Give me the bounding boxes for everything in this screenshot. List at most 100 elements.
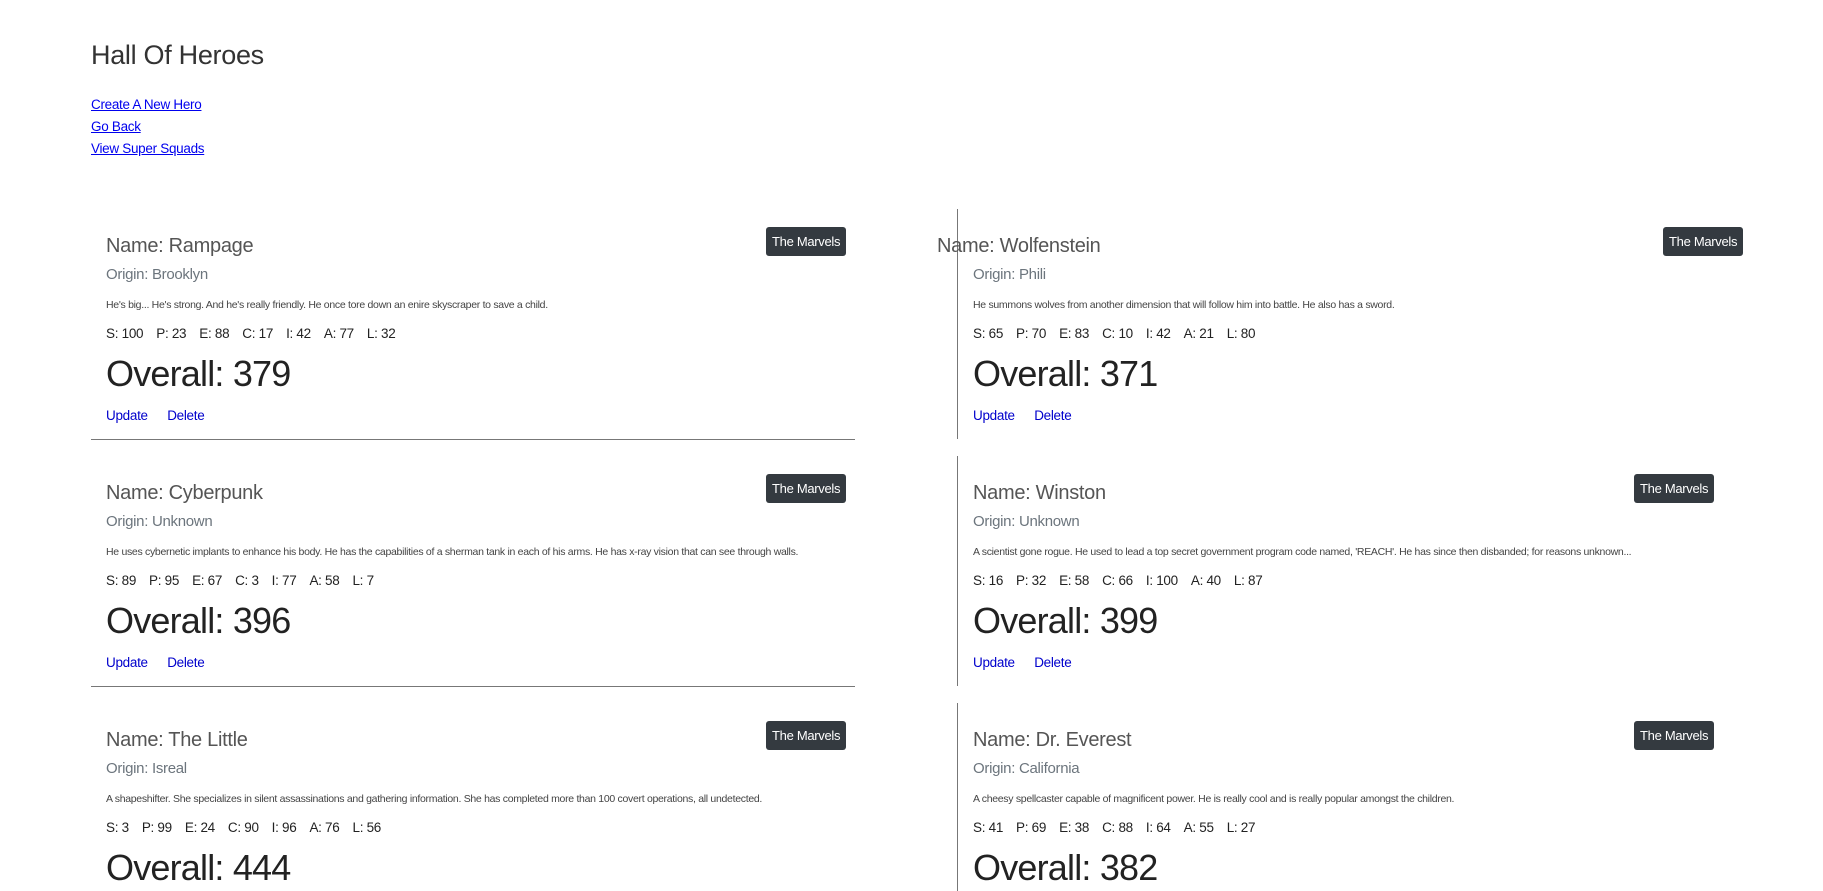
hero-card-rampage: Name: Rampage The Marvels Origin: Brookl…	[91, 209, 855, 440]
delete-button[interactable]: Delete	[1034, 655, 1072, 670]
hero-overall: Overall: 371	[973, 353, 1158, 394]
stat-perception: P: 32	[1016, 573, 1047, 588]
stat-strength: S: 41	[973, 820, 1004, 835]
stat-endurance: E: 88	[199, 326, 230, 341]
stat-strength: S: 16	[973, 573, 1004, 588]
stat-intelligence: I: 77	[271, 573, 297, 588]
stat-intelligence: I: 64	[1145, 820, 1171, 835]
stat-agility: A: 77	[323, 326, 354, 341]
update-button[interactable]: Update	[106, 655, 148, 670]
stat-luck: L: 87	[1233, 573, 1263, 588]
squad-badge: The Marvels	[766, 227, 847, 256]
stat-strength: S: 65	[973, 326, 1004, 341]
stat-luck: L: 80	[1226, 326, 1256, 341]
hero-description: A cheesy spellcaster capable of magnific…	[973, 793, 1455, 805]
hero-actions: Update Delete	[973, 654, 1086, 672]
hero-description: He uses cybernetic implants to enhance h…	[106, 546, 799, 558]
hero-origin: Origin: Phili	[973, 266, 1046, 283]
hero-actions: Update Delete	[973, 407, 1086, 425]
delete-button[interactable]: Delete	[167, 408, 205, 423]
hero-stats: S: 16 P: 32 E: 58 C: 66 I: 100 A: 40 L: 87	[973, 573, 1275, 588]
hero-name: Name: Dr. Everest	[973, 729, 1132, 751]
hero-description: He summons wolves from another dimension…	[973, 299, 1395, 311]
stat-perception: P: 23	[156, 326, 187, 341]
stat-strength: S: 100	[106, 326, 144, 341]
stat-perception: P: 70	[1016, 326, 1047, 341]
stat-charisma: C: 88	[1102, 820, 1133, 835]
hero-card-dr-everest: Name: Dr. Everest The Marvels Origin: Ca…	[957, 703, 1823, 891]
stat-endurance: E: 24	[184, 820, 215, 835]
hero-name: Name: Wolfenstein	[937, 235, 1101, 257]
stat-luck: L: 27	[1226, 820, 1256, 835]
hero-name: Name: Winston	[973, 482, 1106, 504]
hero-name: Name: Rampage	[106, 235, 254, 257]
stat-agility: A: 55	[1183, 820, 1214, 835]
page-title: Hall Of Heroes	[91, 40, 264, 70]
hero-stats: S: 65 P: 70 E: 83 C: 10 I: 42 A: 21 L: 80	[973, 326, 1268, 341]
squad-badge: The Marvels	[766, 721, 847, 750]
stat-endurance: E: 58	[1059, 573, 1090, 588]
update-button[interactable]: Update	[106, 408, 148, 423]
hero-card-winston: Name: Winston The Marvels Origin: Unknow…	[957, 456, 1823, 686]
stat-agility: A: 76	[309, 820, 340, 835]
squad-badge: The Marvels	[1663, 227, 1744, 256]
stat-strength: S: 89	[106, 573, 137, 588]
hero-origin: Origin: Unknown	[973, 513, 1080, 530]
update-button[interactable]: Update	[973, 408, 1015, 423]
view-super-squads-link[interactable]: View Super Squads	[91, 138, 205, 160]
hero-description: He's big... He's strong. And he's really…	[106, 299, 548, 311]
stat-agility: A: 40	[1190, 573, 1221, 588]
hero-card-wolfenstein: Name: Wolfenstein The Marvels Origin: Ph…	[937, 209, 1823, 439]
stat-intelligence: I: 42	[286, 326, 311, 341]
stat-intelligence: I: 96	[271, 820, 297, 835]
squad-badge: The Marvels	[766, 474, 847, 503]
stat-perception: P: 95	[149, 573, 180, 588]
stat-charisma: C: 66	[1102, 573, 1133, 588]
stat-endurance: E: 38	[1059, 820, 1090, 835]
stat-intelligence: I: 100	[1145, 573, 1178, 588]
hero-name: Name: Cyberpunk	[106, 482, 263, 504]
stat-strength: S: 3	[106, 820, 129, 835]
stat-perception: P: 69	[1016, 820, 1047, 835]
hero-overall: Overall: 382	[973, 847, 1158, 888]
hero-origin: Origin: Brooklyn	[106, 266, 208, 283]
hero-card-cyberpunk: Name: Cyberpunk The Marvels Origin: Unkn…	[91, 456, 855, 687]
hero-stats: S: 100 P: 23 E: 88 C: 17 I: 42 A: 77 L: 32	[106, 326, 408, 341]
squad-badge: The Marvels	[1634, 721, 1715, 750]
stat-endurance: E: 83	[1059, 326, 1090, 341]
stat-endurance: E: 67	[192, 573, 223, 588]
stat-agility: A: 58	[309, 573, 340, 588]
delete-button[interactable]: Delete	[1034, 408, 1072, 423]
hero-overall: Overall: 396	[106, 600, 291, 641]
hero-overall: Overall: 379	[106, 353, 291, 394]
hero-stats: S: 89 P: 95 E: 67 C: 3 I: 77 A: 58 L: 7	[106, 573, 387, 588]
squad-badge: The Marvels	[1634, 474, 1715, 503]
stat-charisma: C: 3	[235, 573, 259, 588]
hero-actions: Update Delete	[106, 654, 219, 672]
hero-description: A shapeshifter. She specializes in silen…	[106, 793, 763, 805]
hero-stats: S: 41 P: 69 E: 38 C: 88 I: 64 A: 55 L: 27	[973, 820, 1268, 835]
hero-card-the-little: Name: The Little The Marvels Origin: Isr…	[91, 703, 855, 891]
hero-actions: Update Delete	[106, 407, 219, 425]
hero-overall: Overall: 399	[973, 600, 1158, 641]
hero-name: Name: The Little	[106, 729, 248, 751]
hero-description: A scientist gone rogue. He used to lead …	[973, 546, 1632, 558]
nav-links: Create A New Hero Go Back View Super Squ…	[91, 94, 205, 160]
hero-overall: Overall: 444	[106, 847, 291, 888]
stat-luck: L: 56	[352, 820, 382, 835]
hero-origin: Origin: Isreal	[106, 760, 187, 777]
create-hero-link[interactable]: Create A New Hero	[91, 94, 204, 116]
stat-intelligence: I: 42	[1145, 326, 1171, 341]
hero-origin: Origin: Unknown	[106, 513, 213, 530]
stat-charisma: C: 10	[1102, 326, 1133, 341]
update-button[interactable]: Update	[973, 655, 1015, 670]
stat-perception: P: 99	[141, 820, 172, 835]
stat-charisma: C: 90	[227, 820, 259, 835]
go-back-link[interactable]: Go Back	[91, 116, 204, 138]
stat-agility: A: 21	[1183, 326, 1214, 341]
delete-button[interactable]: Delete	[167, 655, 205, 670]
hero-origin: Origin: California	[973, 760, 1080, 777]
hero-stats: S: 3 P: 99 E: 24 C: 90 I: 96 A: 76 L: 56	[106, 820, 394, 835]
stat-charisma: C: 17	[242, 326, 274, 341]
stat-luck: L: 7	[352, 573, 374, 588]
